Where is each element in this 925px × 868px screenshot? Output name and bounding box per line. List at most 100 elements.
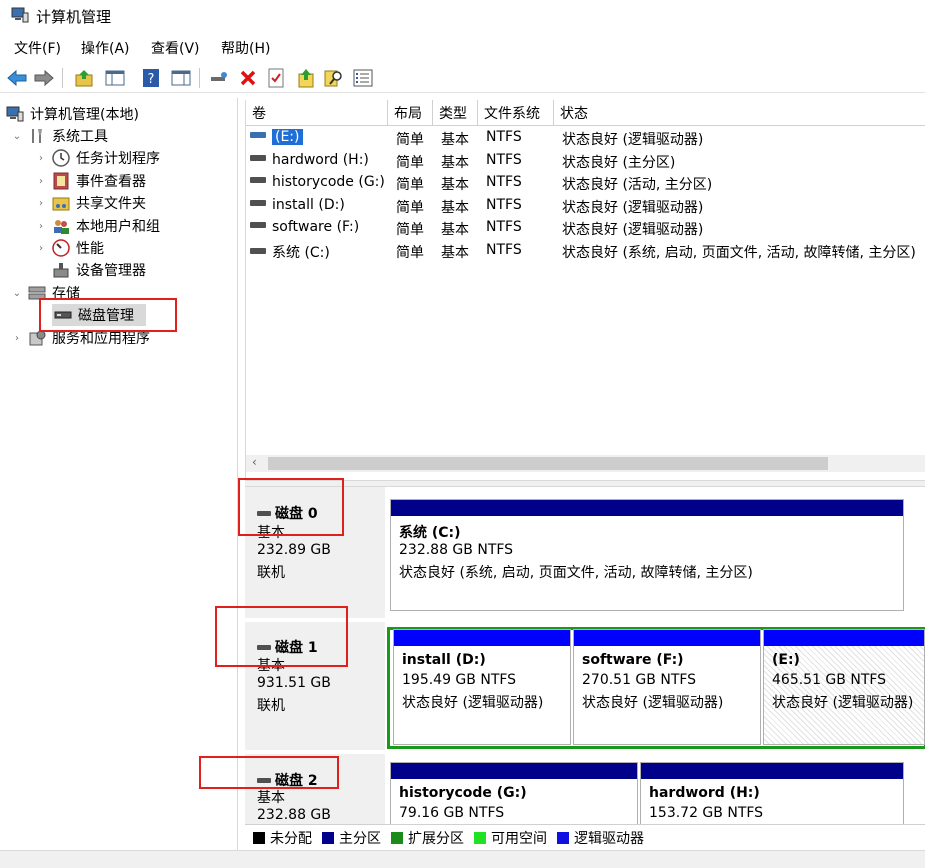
partition-e[interactable]: (E:) 465.51 GB NTFS 状态良好 (逻辑驱动器) <box>763 629 925 745</box>
partition-c[interactable]: 系统 (C:) 232.88 GB NTFS 状态良好 (系统, 启动, 页面文… <box>390 499 904 611</box>
layout-cell: 简单 <box>396 154 424 171</box>
disk-1-label[interactable]: 磁盘 1 基本 931.51 GB 联机 <box>245 622 385 752</box>
tree-label: 设备管理器 <box>76 263 146 279</box>
partition-name: software (F:) <box>582 652 684 668</box>
filesystem-cell: NTFS <box>486 196 522 213</box>
window-title: 计算机管理 <box>36 8 112 26</box>
status-cell: 状态良好 (活动, 主分区) <box>562 177 713 193</box>
horizontal-scrollbar[interactable]: ‹ <box>246 455 925 472</box>
computer-management-icon <box>11 7 29 23</box>
partition-size: 195.49 GB NTFS <box>402 672 517 688</box>
svg-text:?: ? <box>148 72 155 87</box>
partition-d[interactable]: install (D:) 195.49 GB NTFS 状态良好 (逻辑驱动器) <box>393 629 571 745</box>
shared-folder-icon <box>52 197 70 211</box>
performance-icon <box>52 239 70 257</box>
partition-f[interactable]: software (F:) 270.51 GB NTFS 状态良好 (逻辑驱动器… <box>573 629 761 745</box>
table-row[interactable]: 系统 (C:) 简单 基本 NTFS 状态良好 (系统, 启动, 页面文件, 活… <box>246 240 925 263</box>
menu-file[interactable]: 文件(F) <box>14 38 61 58</box>
column-header-type[interactable]: 类型 <box>433 100 478 126</box>
check-icon[interactable] <box>265 67 287 89</box>
scroll-left-icon[interactable]: ‹ <box>252 455 257 469</box>
clock-icon <box>52 149 70 167</box>
legend-label: 逻辑驱动器 <box>574 830 644 847</box>
chevron-down-icon[interactable]: ⌄ <box>10 288 24 299</box>
partition-name: (E:) <box>772 652 800 668</box>
tree-item-services[interactable]: › 服务和应用程序 <box>10 327 150 349</box>
chevron-right-icon[interactable]: › <box>34 243 48 254</box>
table-row[interactable]: historycode (G:) 简单 基本 NTFS 状态良好 (活动, 主分… <box>246 172 925 195</box>
logical-drive-band <box>394 630 570 646</box>
tree-item-event-viewer[interactable]: › 事件查看器 <box>34 170 146 192</box>
disk-2-label[interactable]: 磁盘 2 基本 232.88 GB <box>245 754 385 824</box>
scrollbar-thumb[interactable] <box>268 457 828 470</box>
chevron-down-icon[interactable]: ⌄ <box>10 131 24 142</box>
column-header-status[interactable]: 状态 <box>554 100 925 126</box>
primary-partition-band <box>391 500 903 516</box>
tree-label: 计算机管理(本地) <box>30 107 139 123</box>
up-folder-icon[interactable] <box>73 67 95 89</box>
column-header-layout[interactable]: 布局 <box>388 100 433 126</box>
partition-h[interactable]: hardword (H:) 153.72 GB NTFS <box>640 762 904 824</box>
table-row[interactable]: software (F:) 简单 基本 NTFS 状态良好 (逻辑驱动器) <box>246 217 925 240</box>
type-cell: 基本 <box>441 222 469 238</box>
delete-icon[interactable] <box>237 67 259 89</box>
volume-name: (E:) <box>272 129 303 145</box>
menu-view[interactable]: 查看(V) <box>151 38 200 58</box>
table-row[interactable]: (E:) 简单 基本 NTFS 状态良好 (逻辑驱动器) <box>246 127 925 150</box>
help-icon[interactable]: ? <box>140 67 162 89</box>
status-cell: 状态良好 (主分区) <box>562 154 676 171</box>
connect-icon[interactable] <box>208 67 230 89</box>
export-icon[interactable] <box>295 67 317 89</box>
layout-cell: 简单 <box>396 132 424 148</box>
menu-help[interactable]: 帮助(H) <box>221 38 270 58</box>
back-arrow-icon[interactable] <box>6 67 28 89</box>
tree-item-task-scheduler[interactable]: › 任务计划程序 <box>34 147 160 169</box>
disk-name: 磁盘 1 <box>257 637 318 657</box>
tree-item-device-manager[interactable]: 设备管理器 <box>52 259 146 281</box>
disk-state: 联机 <box>257 565 285 581</box>
list-icon[interactable] <box>352 67 374 89</box>
users-icon <box>54 220 69 234</box>
tree-item-system-tools[interactable]: ⌄ 系统工具 <box>10 125 108 147</box>
type-cell: 基本 <box>441 154 469 171</box>
tree-item-disk-management[interactable]: 磁盘管理 <box>52 304 146 326</box>
disk-size: 931.51 GB <box>257 675 331 691</box>
disk-name: 磁盘 0 <box>257 503 318 523</box>
legend-item: 未分配 <box>253 828 312 848</box>
filesystem-cell: NTFS <box>486 174 522 190</box>
tree-label: 共享文件夹 <box>76 196 146 212</box>
partition-size: 465.51 GB NTFS <box>772 672 887 688</box>
table-row[interactable]: install (D:) 简单 基本 NTFS 状态良好 (逻辑驱动器) <box>246 195 925 218</box>
tree-item-shared-folders[interactable]: › 共享文件夹 <box>34 192 146 214</box>
tree-label: 事件查看器 <box>76 174 146 190</box>
title-bar: 计算机管理 <box>0 0 925 32</box>
toolbar-separator <box>62 68 63 88</box>
layout-cell: 简单 <box>396 199 424 216</box>
chevron-right-icon[interactable]: › <box>34 198 48 209</box>
column-header-volume[interactable]: 卷 <box>246 100 388 126</box>
volume-name-cell: 系统 (C:) <box>250 242 330 262</box>
column-header-filesystem[interactable]: 文件系统 <box>478 100 554 126</box>
menu-action[interactable]: 操作(A) <box>81 38 130 58</box>
partition-g[interactable]: historycode (G:) 79.16 GB NTFS <box>390 762 638 824</box>
chevron-right-icon[interactable]: › <box>34 153 48 164</box>
partition-status: 状态良好 (系统, 启动, 页面文件, 活动, 故障转储, 主分区) <box>399 565 753 581</box>
disk-0-label[interactable]: 磁盘 0 基本 232.89 GB 联机 <box>245 487 385 620</box>
forward-arrow-icon[interactable] <box>33 67 55 89</box>
show-hide-tree-icon[interactable] <box>104 67 126 89</box>
tree-item-performance[interactable]: › 性能 <box>34 237 104 259</box>
properties-pane-icon[interactable] <box>170 67 192 89</box>
chevron-right-icon[interactable]: › <box>10 333 24 344</box>
table-row[interactable]: hardword (H:) 简单 基本 NTFS 状态良好 (主分区) <box>246 150 925 173</box>
volume-name-cell: historycode (G:) <box>250 174 385 190</box>
search-icon[interactable] <box>323 67 345 89</box>
pane-splitter[interactable] <box>245 480 925 487</box>
status-cell: 状态良好 (逻辑驱动器) <box>562 199 704 216</box>
tree-item-storage[interactable]: ⌄ 存储 <box>10 282 80 304</box>
chevron-right-icon[interactable]: › <box>34 176 48 187</box>
tree-item-computer-management[interactable]: 计算机管理(本地) <box>6 103 139 125</box>
legend-label: 可用空间 <box>491 830 547 847</box>
volume-name-cell: hardword (H:) <box>250 152 369 168</box>
tree-item-local-users[interactable]: › 本地用户和组 <box>34 215 160 237</box>
chevron-right-icon[interactable]: › <box>34 221 48 232</box>
